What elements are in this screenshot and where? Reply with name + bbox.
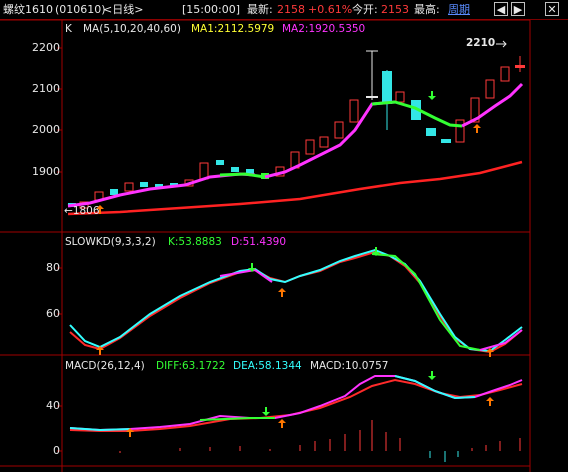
ma1-value: MA1:2112.5979 <box>191 23 275 35</box>
macd-up-arrow-3 <box>486 397 494 406</box>
kd-k-value: K:53.8883 <box>168 236 222 248</box>
candles <box>68 50 525 209</box>
k-label: K <box>65 23 72 35</box>
ma-slow-line <box>67 160 523 216</box>
kd-up-arrow-2 <box>278 288 286 297</box>
y-tick-2100: 2100 <box>32 82 60 95</box>
kd-k-line <box>69 248 523 353</box>
ma-fast-line <box>67 172 256 208</box>
macd-dea-line <box>69 378 523 432</box>
down-arrow-1 <box>428 91 436 100</box>
kd-tick-80: 80 <box>46 261 60 274</box>
high-marker: 2210 <box>466 37 496 49</box>
y-tick-2000: 2000 <box>32 123 60 136</box>
ma2-value: MA2:1920.5350 <box>282 23 366 35</box>
macd-value: MACD:10.0757 <box>310 360 389 372</box>
y-tick-1900: 1900 <box>32 165 60 178</box>
ma-header: MA(5,10,20,40,60) <box>83 23 181 35</box>
macd-header: MACD(26,12,4) <box>65 360 145 372</box>
kd-tick-60: 60 <box>46 307 60 320</box>
macd-diff-value: DIFF:63.1722 <box>156 360 226 372</box>
kd-d-value: D:51.4390 <box>231 236 287 248</box>
macd-up-arrow-2 <box>278 419 286 428</box>
low-marker: ←1806 <box>64 205 100 217</box>
macd-tick-40: 40 <box>46 399 60 412</box>
high-marker-arrow <box>496 40 507 48</box>
macd-down-arrow-1 <box>262 407 270 416</box>
macd-dea-value: DEA:58.1344 <box>233 360 302 372</box>
up-arrow-2 <box>473 124 481 133</box>
y-tick-2200: 2200 <box>32 41 60 54</box>
low-marker-value: 1806 <box>72 205 100 217</box>
macd-tick-0: 0 <box>53 444 60 457</box>
macd-diff-line <box>69 375 523 432</box>
kd-header: SLOWKD(9,3,3,2) <box>65 236 156 248</box>
macd-down-arrow-2 <box>428 371 436 380</box>
